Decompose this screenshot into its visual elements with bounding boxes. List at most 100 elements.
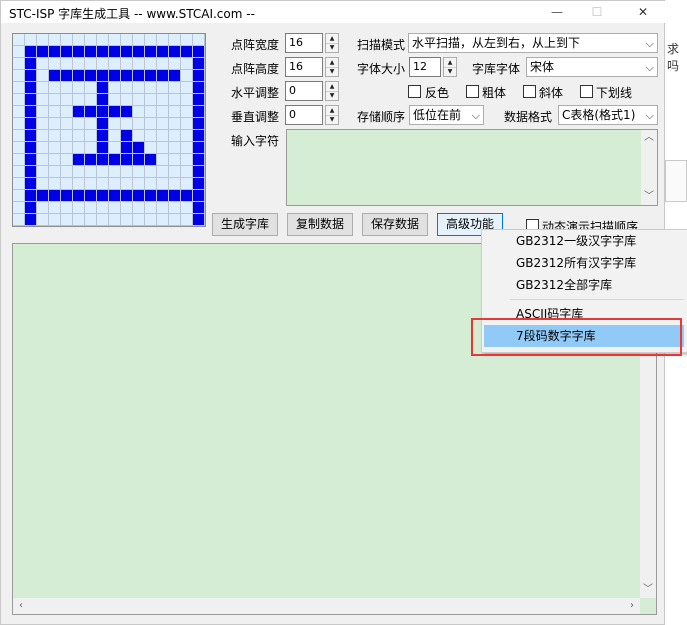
preview-pixel[interactable] <box>25 190 37 202</box>
preview-pixel[interactable] <box>97 142 109 154</box>
preview-pixel[interactable] <box>37 118 49 130</box>
preview-pixel[interactable] <box>61 214 73 226</box>
preview-pixel[interactable] <box>97 214 109 226</box>
preview-pixel[interactable] <box>73 82 85 94</box>
preview-pixel[interactable] <box>97 130 109 142</box>
preview-pixel[interactable] <box>97 94 109 106</box>
storage-order-select[interactable]: 低位在前 ⌵ <box>409 105 484 125</box>
preview-pixel[interactable] <box>169 82 181 94</box>
preview-pixel[interactable] <box>13 154 25 166</box>
preview-pixel[interactable] <box>121 70 133 82</box>
scroll-down-icon[interactable]: ﹀ <box>640 582 656 598</box>
preview-pixel[interactable] <box>13 166 25 178</box>
preview-pixel[interactable] <box>169 46 181 58</box>
preview-pixel[interactable] <box>61 154 73 166</box>
preview-pixel[interactable] <box>25 178 37 190</box>
preview-pixel[interactable] <box>13 130 25 142</box>
preview-pixel[interactable] <box>85 142 97 154</box>
preview-pixel[interactable] <box>169 202 181 214</box>
preview-pixel[interactable] <box>97 46 109 58</box>
preview-pixel[interactable] <box>109 190 121 202</box>
preview-pixel[interactable] <box>157 178 169 190</box>
preview-pixel[interactable] <box>37 58 49 70</box>
preview-pixel[interactable] <box>85 58 97 70</box>
preview-pixel[interactable] <box>61 178 73 190</box>
preview-pixel[interactable] <box>121 82 133 94</box>
preview-pixel[interactable] <box>73 106 85 118</box>
preview-pixel[interactable] <box>145 214 157 226</box>
preview-pixel[interactable] <box>49 190 61 202</box>
preview-pixel[interactable] <box>121 142 133 154</box>
preview-pixel[interactable] <box>157 190 169 202</box>
preview-pixel[interactable] <box>109 34 121 46</box>
preview-pixel[interactable] <box>97 190 109 202</box>
preview-pixel[interactable] <box>121 118 133 130</box>
preview-pixel[interactable] <box>73 58 85 70</box>
preview-pixel[interactable] <box>109 58 121 70</box>
preview-pixel[interactable] <box>49 118 61 130</box>
preview-pixel[interactable] <box>97 82 109 94</box>
preview-pixel[interactable] <box>121 130 133 142</box>
preview-pixel[interactable] <box>37 190 49 202</box>
preview-pixel[interactable] <box>85 154 97 166</box>
preview-pixel[interactable] <box>169 214 181 226</box>
preview-pixel[interactable] <box>73 166 85 178</box>
preview-pixel[interactable] <box>61 190 73 202</box>
preview-pixel[interactable] <box>61 166 73 178</box>
close-button[interactable]: ✕ <box>628 1 658 23</box>
preview-pixel[interactable] <box>109 202 121 214</box>
spin-down-icon[interactable]: ▼ <box>326 43 338 52</box>
preview-pixel[interactable] <box>193 58 205 70</box>
preview-pixel[interactable] <box>181 58 193 70</box>
preview-pixel[interactable] <box>97 166 109 178</box>
preview-pixel[interactable] <box>37 34 49 46</box>
preview-pixel[interactable] <box>13 202 25 214</box>
preview-pixel[interactable] <box>133 178 145 190</box>
preview-pixel[interactable] <box>13 178 25 190</box>
preview-pixel[interactable] <box>145 94 157 106</box>
preview-pixel[interactable] <box>145 154 157 166</box>
preview-pixel[interactable] <box>121 214 133 226</box>
preview-pixel[interactable] <box>85 34 97 46</box>
font-face-select[interactable]: 宋体 ⌵ <box>526 57 658 77</box>
preview-pixel[interactable] <box>37 214 49 226</box>
h-adjust-input[interactable]: 0 <box>285 81 323 101</box>
preview-pixel[interactable] <box>193 46 205 58</box>
scroll-left-icon[interactable]: ‹ <box>13 598 29 614</box>
preview-pixel[interactable] <box>169 118 181 130</box>
font-size-input[interactable]: 12 <box>409 57 441 77</box>
preview-pixel[interactable] <box>145 46 157 58</box>
preview-pixel[interactable] <box>133 166 145 178</box>
preview-pixel[interactable] <box>25 58 37 70</box>
preview-pixel[interactable] <box>13 94 25 106</box>
preview-pixel[interactable] <box>109 154 121 166</box>
invert-checkbox[interactable] <box>408 85 421 98</box>
spin-down-icon[interactable]: ▼ <box>326 115 338 124</box>
preview-pixel[interactable] <box>25 166 37 178</box>
preview-pixel[interactable] <box>145 166 157 178</box>
preview-pixel[interactable] <box>157 70 169 82</box>
preview-pixel[interactable] <box>25 202 37 214</box>
preview-pixel[interactable] <box>37 130 49 142</box>
preview-pixel[interactable] <box>97 178 109 190</box>
preview-pixel[interactable] <box>133 34 145 46</box>
italic-checkbox[interactable] <box>523 85 536 98</box>
preview-pixel[interactable] <box>49 142 61 154</box>
preview-pixel[interactable] <box>97 118 109 130</box>
preview-pixel[interactable] <box>25 94 37 106</box>
preview-pixel[interactable] <box>157 214 169 226</box>
v-adjust-spinner[interactable]: ▲ ▼ <box>325 105 339 125</box>
h-adjust-spinner[interactable]: ▲ ▼ <box>325 81 339 101</box>
preview-pixel[interactable] <box>37 178 49 190</box>
preview-pixel[interactable] <box>73 70 85 82</box>
preview-pixel[interactable] <box>13 70 25 82</box>
font-size-spinner[interactable]: ▲ ▼ <box>443 57 457 77</box>
preview-pixel[interactable] <box>157 142 169 154</box>
preview-pixel[interactable] <box>181 82 193 94</box>
preview-pixel[interactable] <box>49 202 61 214</box>
preview-pixel[interactable] <box>169 70 181 82</box>
preview-pixel[interactable] <box>61 118 73 130</box>
preview-pixel[interactable] <box>157 106 169 118</box>
preview-pixel[interactable] <box>25 142 37 154</box>
dot-width-input[interactable]: 16 <box>285 33 323 53</box>
